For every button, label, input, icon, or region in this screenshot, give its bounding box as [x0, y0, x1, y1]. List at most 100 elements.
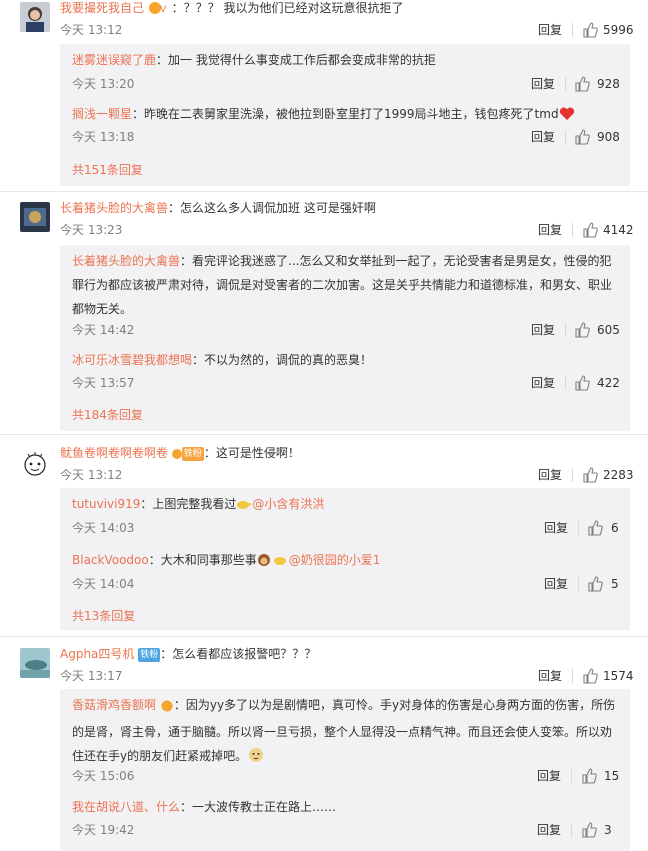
reply-box: 迷雾迷误窥了鹿：加一 我觉得什么事变成工作后都会变成非常的抗拒 今天 13:20…: [60, 44, 630, 186]
like-icon[interactable]: [581, 822, 597, 838]
comment-item: Agpha四号机 铁粉 ：怎么看都应该报警吧？？？ 今天 13:17 回复 157…: [0, 645, 648, 851]
reply-text-line: 搁浅一颗星：昨晚在二表舅家里洗澡，被他拉到卧室里打了1999局斗地主，钱包疼死了…: [72, 102, 618, 129]
divider: [572, 468, 573, 482]
like-icon[interactable]: [574, 375, 590, 391]
like-icon[interactable]: [587, 576, 603, 592]
reply-button[interactable]: 回复: [531, 77, 555, 91]
comment-item: 鱿鱼卷啊卷啊卷啊卷 铁粉 ：这可是性侵啊！ 今天 13:12 回复 2283 tu…: [0, 444, 648, 632]
divider: [565, 376, 566, 390]
reply-button[interactable]: 回复: [531, 376, 555, 390]
reply-username-link[interactable]: tutuvivi919: [72, 497, 140, 511]
reply-text: ：加一 我觉得什么事变成工作后都会变成非常的抗拒: [156, 53, 436, 67]
reply-button[interactable]: 回复: [531, 130, 555, 144]
avatar[interactable]: [20, 202, 50, 232]
mention-link[interactable]: @奶很园的小爱1: [289, 553, 381, 567]
reply-time: 今天 14:04: [72, 577, 135, 591]
reply-time: 今天 13:20: [72, 77, 135, 91]
comment-feed: 我要撮死我自己 V ：？？？ 我以为他们已经对这玩意很抗拒了 今天 13:12 …: [0, 0, 648, 851]
reply-button[interactable]: 回复: [538, 223, 562, 237]
comment-time: 今天 13:17: [60, 669, 123, 683]
like-icon[interactable]: [587, 520, 603, 536]
reply-time: 今天 14:03: [72, 521, 135, 535]
reply-button[interactable]: 回复: [538, 669, 562, 683]
avatar[interactable]: [20, 2, 50, 32]
reply-box: tutuvivi919：上图完整我看过 @小含有洪洪 今天 14:03 回复 6 …: [60, 488, 630, 630]
more-replies-link[interactable]: 共184条回复: [72, 407, 143, 423]
like-count: 422: [597, 376, 620, 390]
reply-time: 今天 13:18: [72, 130, 135, 144]
comment-text-line: 我要撮死我自己 V ：？？？ 我以为他们已经对这玩意很抗拒了: [60, 0, 404, 19]
reply-box: 长着猪头脸的大禽兽：看完评论我迷惑了...怎么又和女举扯到一起了，无论受害者是男…: [60, 245, 630, 431]
vip-crown-icon: [171, 448, 182, 464]
comment-text-line: 鱿鱼卷啊卷啊卷啊卷 铁粉 ：这可是性侵啊！: [60, 445, 300, 464]
comment-text-line: Agpha四号机 铁粉 ：怎么看都应该报警吧？？？: [60, 646, 316, 662]
reply-username-link[interactable]: BlackVoodoo: [72, 553, 149, 567]
comment-time: 今天 13:12: [60, 468, 123, 482]
like-icon[interactable]: [574, 129, 590, 145]
divider: [578, 521, 579, 535]
username-link[interactable]: 我要撮死我自己: [60, 1, 144, 15]
comment-text: ：怎么这么多人调侃加班 这可是强奸啊: [168, 201, 376, 215]
reply-username-link[interactable]: 长着猪头脸的大禽兽: [72, 254, 180, 268]
monkey-point-emoji: [257, 551, 289, 575]
like-icon[interactable]: [582, 222, 598, 238]
reply-text-line: 冰可乐冰雪碧我都想喝：不以为然的，调侃的真的恶臭！: [72, 348, 618, 372]
reply-text: ：一大波传教士正在路上……: [180, 800, 337, 814]
divider: [0, 636, 648, 637]
username-link[interactable]: 鱿鱼卷啊卷啊卷啊卷: [60, 446, 168, 460]
like-icon[interactable]: [582, 467, 598, 483]
fan-badge: 铁粉: [138, 648, 161, 662]
comment-time: 今天 13:12: [60, 23, 123, 37]
reply-username-link[interactable]: 香菇滑鸡香额啊: [72, 698, 156, 712]
divider: [572, 669, 573, 683]
reply-button[interactable]: 回复: [537, 823, 561, 837]
reply-button[interactable]: 回复: [544, 521, 568, 535]
comment-text: ：？？？ 我以为他们已经对这玩意很抗拒了: [171, 1, 404, 15]
like-count: 928: [597, 77, 620, 91]
username-link[interactable]: 长着猪头脸的大禽兽: [60, 201, 168, 215]
vip-crown-icon: V: [148, 1, 168, 19]
avatar[interactable]: [20, 648, 50, 678]
like-count: 15: [604, 769, 620, 783]
divider: [0, 434, 648, 435]
reply-text-line: 香菇滑鸡香额啊 ：因为yy多了以为是剧情吧，真可怜。手y对身体的伤害是心身两方面…: [72, 693, 618, 771]
divider: [571, 769, 572, 783]
like-icon[interactable]: [574, 322, 590, 338]
reply-username-link[interactable]: 迷雾迷误窥了鹿: [72, 53, 156, 67]
reply-button[interactable]: 回复: [544, 577, 568, 591]
reply-button[interactable]: 回复: [537, 769, 561, 783]
mention-link[interactable]: @小含有洪洪: [252, 497, 324, 511]
reply-username-link[interactable]: 冰可乐冰雪碧我都想喝: [72, 353, 192, 367]
reply-username-link[interactable]: 我在胡说八道、什么: [72, 800, 180, 814]
divider: [572, 23, 573, 37]
username-link[interactable]: Agpha四号机: [60, 647, 134, 661]
reply-time: 今天 14:42: [72, 323, 135, 337]
more-replies-link[interactable]: 共13条回复: [72, 608, 135, 624]
like-count: 6: [611, 521, 619, 535]
reply-time: 今天 19:42: [72, 823, 135, 837]
avatar[interactable]: [20, 448, 50, 478]
more-replies-link[interactable]: 共151条回复: [72, 162, 143, 178]
comment-item: 长着猪头脸的大禽兽：怎么这么多人调侃加班 这可是强奸啊 今天 13:23 回复 …: [0, 199, 648, 431]
fan-badge: 铁粉: [181, 447, 204, 461]
svg-text:V: V: [160, 5, 167, 15]
comment-time: 今天 13:23: [60, 223, 123, 237]
like-icon[interactable]: [582, 22, 598, 38]
reply-button[interactable]: 回复: [531, 323, 555, 337]
reply-text: ：不以为然的，调侃的真的恶臭！: [192, 353, 373, 367]
comment-text: ：怎么看都应该报警吧？？？: [160, 647, 317, 661]
reply-text-line: 我在胡说八道、什么：一大波传教士正在路上……: [72, 795, 618, 819]
like-icon[interactable]: [581, 768, 597, 784]
like-icon[interactable]: [574, 76, 590, 92]
reply-username-link[interactable]: 搁浅一颗星: [72, 107, 132, 121]
reply-button[interactable]: 回复: [538, 23, 562, 37]
reply-time: 今天 13:57: [72, 376, 135, 390]
reply-text: ：上图完整我看过: [140, 497, 237, 511]
like-icon[interactable]: [582, 668, 598, 684]
reply-button[interactable]: 回复: [538, 468, 562, 482]
divider: [578, 577, 579, 591]
comment-text: ：这可是性侵啊！: [203, 446, 300, 460]
comment-item: 我要撮死我自己 V ：？？？ 我以为他们已经对这玩意很抗拒了 今天 13:12 …: [0, 0, 648, 190]
like-count: 2283: [603, 468, 634, 482]
divider: [572, 223, 573, 237]
